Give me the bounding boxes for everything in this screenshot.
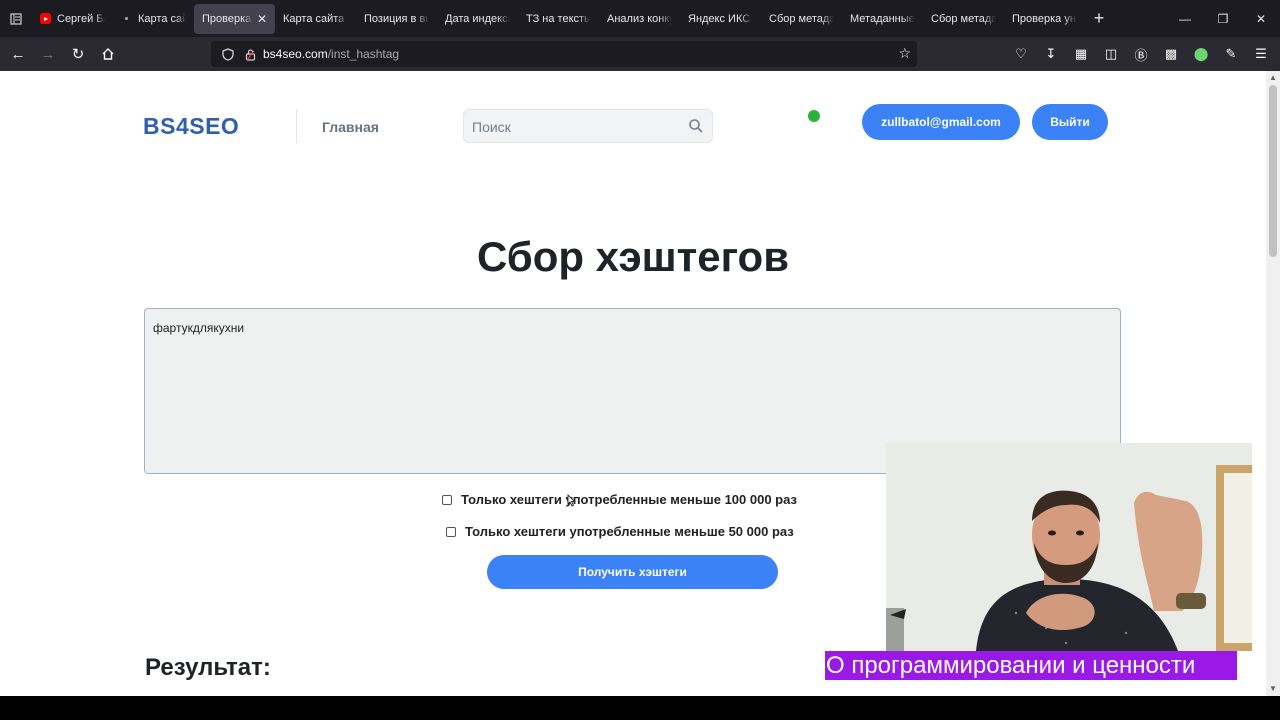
pocket-icon[interactable]: ♡ [1006,37,1036,71]
extension-icon[interactable]: ▩ [1156,37,1186,71]
checkbox-under-100k[interactable] [442,494,452,505]
webcam-overlay [886,443,1252,651]
presenter-video-icon [886,443,1252,651]
option-under-50k-label: Только хештеги употребленные меньше 50 0… [465,524,794,539]
back-icon[interactable]: ← [3,37,33,71]
extension-pen-icon[interactable]: ✎ [1216,37,1246,71]
option-under-100k-label: Только хештеги употребленные меньше 100 … [461,492,797,507]
browser-tab[interactable]: Дата индекса [437,4,518,34]
option-under-100k[interactable]: Только хештеги употребленные меньше 100 … [442,492,797,507]
url-host: bs4seo.com [263,47,328,61]
tab-list: Сергей Бо Карта сайт Проверка н ✕ Карта сайт… [32,0,1085,37]
toolbar-icons: ♡ ↧ ▦ ◫ Ⓑ ▩ ⬤ ✎ ☰ [1006,37,1276,71]
minimize-icon[interactable]: — [1166,0,1204,37]
browser-tab-strip: Сергей Бо Карта сайт Проверка н ✕ Карта сайт… [0,0,1280,37]
tab-list-icon[interactable] [0,0,32,37]
window-controls: — ❐ ✕ [1166,0,1280,37]
browser-tab-label: Позиция в вы [364,12,429,25]
close-window-icon[interactable]: ✕ [1242,0,1280,37]
close-tab-icon[interactable]: ✕ [257,12,267,26]
bottom-black-bar [0,696,1280,720]
browser-tab-label: Анализ конку [607,12,672,25]
checkbox-under-50k[interactable] [446,526,456,537]
extension-z-icon[interactable]: Ⓑ [1126,37,1156,71]
option-under-50k[interactable]: Только хештеги употребленные меньше 50 0… [446,524,794,539]
browser-tab[interactable]: Метаданные [842,4,923,34]
browser-tab[interactable]: ТЗ на тексты [518,4,599,34]
browser-tab-label: Сергей Бо [57,12,105,25]
bookmark-star-icon[interactable]: ☆ [898,45,911,62]
nav-link-home[interactable]: Главная [322,119,379,135]
browser-tab[interactable]: Анализ конку [599,4,680,34]
browser-tab[interactable]: Сергей Бо [32,4,113,34]
lock-icon[interactable] [241,45,259,63]
extension-toggle-icon[interactable]: ⬤ [1186,37,1216,71]
site-logo[interactable]: BS4SEO [143,113,239,140]
scroll-up-icon[interactable]: ▲ [1266,71,1280,85]
browser-nav-bar: ← → ↻ bs4seo.com/inst_hashtag ☆ ♡ ↧ ▦ ◫ … [0,37,1280,71]
search-input[interactable] [472,117,682,137]
online-status-dot [808,110,820,122]
browser-tab-label: Яндекс ИКС | [688,12,753,25]
new-tab-button[interactable]: + [1085,4,1113,34]
logout-button[interactable]: Выйти [1032,104,1108,140]
browser-tab-label: Проверка н [202,12,253,25]
browser-tab-label: ТЗ на тексты [526,12,591,25]
browser-tab-label: Сбор метада [769,12,834,25]
shield-icon[interactable] [219,45,237,63]
browser-tab-label: Карта сайта | [283,12,348,25]
browser-tab-label: Сбор метада [931,12,996,25]
browser-tab[interactable]: Проверка уни [1004,4,1085,34]
dot-icon [121,13,132,24]
result-heading: Результат: [145,654,271,681]
scrollbar-thumb[interactable] [1269,85,1277,257]
restore-icon[interactable]: ❐ [1204,0,1242,37]
get-hashtags-button[interactable]: Получить хэштеги [487,555,778,589]
video-caption: О программировании и ценности [825,651,1237,680]
sidebar-icon[interactable]: ◫ [1096,37,1126,71]
url-path: /inst_hashtag [327,47,400,61]
page-scrollbar[interactable]: ▲ ▼ [1266,71,1280,696]
browser-tab-label: Метаданные [850,12,915,25]
browser-tab-label: Карта сайт [138,12,186,25]
browser-tab-label: Дата индекса [445,12,510,25]
search-box [463,109,713,143]
browser-tab[interactable]: Сбор метада [923,4,1004,34]
reload-icon[interactable]: ↻ [63,37,93,71]
scroll-down-icon[interactable]: ▼ [1266,682,1280,696]
mouse-cursor-icon [567,494,576,507]
browser-tab[interactable]: Карта сайт [113,4,194,34]
browser-tab[interactable]: Карта сайта | [275,4,356,34]
header-divider [296,109,297,143]
youtube-icon [40,13,51,24]
account-email-button[interactable]: zullbatol@gmail.com [862,104,1020,140]
browser-tab[interactable]: Сбор метада [761,4,842,34]
library-icon[interactable]: ▦ [1066,37,1096,71]
address-bar[interactable]: bs4seo.com/inst_hashtag ☆ [211,41,917,67]
page-title: Сбор хэштегов [476,233,790,280]
forward-icon[interactable]: → [33,37,63,71]
browser-tab[interactable]: Проверка н ✕ [194,3,275,34]
browser-tab[interactable]: Яндекс ИКС | [680,4,761,34]
screen: Сергей Бо Карта сайт Проверка н ✕ Карта сайт… [0,0,1280,720]
browser-tab[interactable]: Позиция в вы [356,4,437,34]
menu-icon[interactable]: ☰ [1246,37,1276,71]
downloads-icon[interactable]: ↧ [1036,37,1066,71]
home-icon[interactable] [93,37,123,71]
browser-tab-label: Проверка уни [1012,12,1077,25]
search-icon[interactable] [688,118,704,134]
